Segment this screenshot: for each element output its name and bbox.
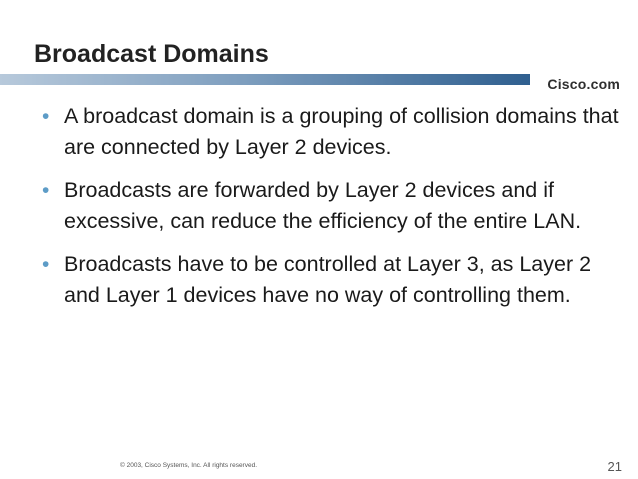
- bullet-item: • Broadcasts are forwarded by Layer 2 de…: [40, 175, 620, 237]
- brand-logo-text: Cisco.com: [547, 76, 620, 92]
- bullet-item: • Broadcasts have to be controlled at La…: [40, 249, 620, 311]
- bullet-list: • A broadcast domain is a grouping of co…: [40, 101, 620, 323]
- bullet-item: • A broadcast domain is a grouping of co…: [40, 101, 620, 163]
- slide-title: Broadcast Domains: [34, 40, 269, 68]
- bullet-text: Broadcasts have to be controlled at Laye…: [64, 252, 592, 307]
- copyright-notice: © 2003, Cisco Systems, Inc. All rights r…: [120, 462, 258, 469]
- bullet-text: Broadcasts are forwarded by Layer 2 devi…: [64, 178, 582, 233]
- bullet-dot-icon: •: [42, 105, 50, 128]
- bullet-text: A broadcast domain is a grouping of coll…: [64, 104, 619, 159]
- page-number: 21: [607, 459, 622, 474]
- bullet-dot-icon: •: [42, 179, 50, 202]
- slide: Broadcast Domains Cisco.com • A broadcas…: [0, 0, 638, 479]
- bullet-dot-icon: •: [42, 253, 50, 276]
- header-gradient-bar: [0, 74, 530, 85]
